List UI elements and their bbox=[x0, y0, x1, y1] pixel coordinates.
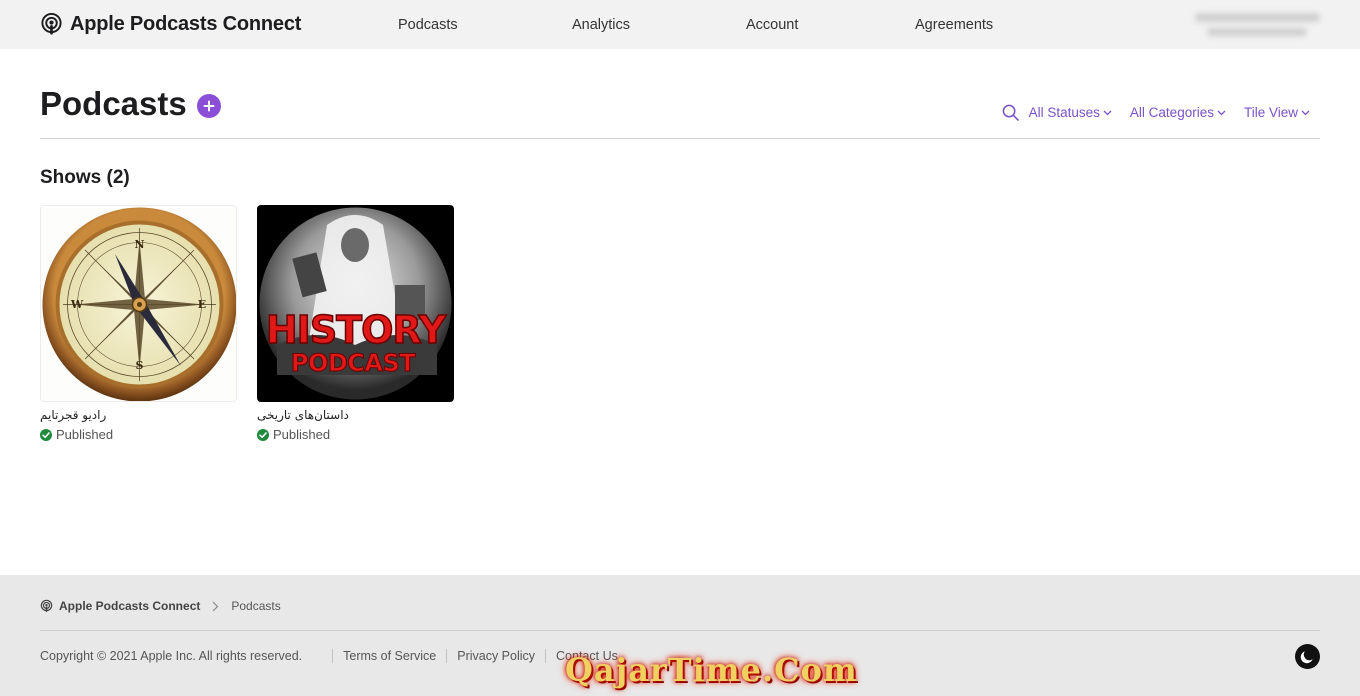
nav-podcasts[interactable]: Podcasts bbox=[398, 17, 458, 33]
view-mode-dropdown[interactable]: Tile View bbox=[1244, 105, 1310, 120]
chevron-down-icon bbox=[1301, 110, 1310, 115]
chevron-right-icon bbox=[212, 601, 219, 611]
svg-text:N: N bbox=[134, 238, 144, 251]
privacy-policy-link[interactable]: Privacy Policy bbox=[446, 649, 545, 663]
search-icon[interactable] bbox=[1002, 104, 1019, 121]
status-filter-dropdown[interactable]: All Statuses bbox=[1029, 105, 1112, 120]
chevron-down-icon bbox=[1103, 110, 1112, 115]
plus-icon bbox=[203, 100, 215, 112]
show-tile[interactable]: HISTORY PODCAST داستان‌های تاریخی Publis… bbox=[257, 205, 454, 442]
chevron-down-icon bbox=[1217, 110, 1226, 115]
show-status-label: Published bbox=[56, 427, 114, 442]
breadcrumb: Apple Podcasts Connect Podcasts bbox=[40, 599, 281, 613]
filter-toolbar: All Statuses All Categories Tile View bbox=[1002, 104, 1310, 121]
footer-legal: Copyright © 2021 Apple Inc. All rights r… bbox=[40, 649, 628, 663]
nav-account[interactable]: Account bbox=[746, 17, 798, 33]
dark-mode-toggle[interactable] bbox=[1295, 644, 1320, 669]
show-status: Published bbox=[40, 427, 237, 442]
svg-text:S: S bbox=[136, 359, 144, 372]
header-divider bbox=[40, 138, 1320, 139]
svg-text:W: W bbox=[70, 298, 84, 311]
podcasts-icon bbox=[40, 599, 53, 612]
show-title: داستان‌های تاریخی bbox=[257, 408, 349, 422]
page-title: Podcasts bbox=[40, 85, 187, 122]
show-status: Published bbox=[257, 427, 454, 442]
nav-analytics[interactable]: Analytics bbox=[572, 17, 630, 33]
user-menu[interactable] bbox=[1195, 10, 1320, 40]
terms-of-service-link[interactable]: Terms of Service bbox=[332, 649, 446, 663]
breadcrumb-current: Podcasts bbox=[231, 599, 281, 613]
watermark: QajarTime.Com bbox=[565, 651, 858, 689]
copyright-text: Copyright © 2021 Apple Inc. All rights r… bbox=[40, 649, 303, 663]
moon-icon bbox=[1300, 651, 1313, 664]
top-nav: Apple Podcasts Connect Podcasts Analytic… bbox=[0, 0, 1360, 49]
footer-divider bbox=[40, 630, 1320, 631]
category-filter-label: All Categories bbox=[1129, 105, 1214, 120]
brand-link[interactable]: Apple Podcasts Connect bbox=[40, 12, 301, 36]
show-artwork-history-podcast: HISTORY PODCAST bbox=[257, 205, 454, 402]
show-artwork-compass: N S E W bbox=[40, 205, 237, 402]
artwork-subtitle: PODCAST bbox=[291, 349, 416, 377]
view-mode-label: Tile View bbox=[1243, 105, 1298, 120]
check-circle-icon bbox=[40, 428, 52, 441]
show-tile[interactable]: N S E W رادیو قجرتایم Published bbox=[40, 205, 237, 442]
check-circle-icon bbox=[257, 428, 269, 441]
brand-name: Apple Podcasts Connect bbox=[70, 12, 302, 35]
status-filter-label: All Statuses bbox=[1028, 105, 1100, 120]
category-filter-dropdown[interactable]: All Categories bbox=[1130, 105, 1226, 120]
show-title: رادیو قجرتایم bbox=[40, 408, 107, 422]
show-status-label: Published bbox=[273, 427, 331, 442]
podcasts-icon bbox=[41, 12, 62, 35]
breadcrumb-home[interactable]: Apple Podcasts Connect bbox=[59, 599, 200, 613]
shows-heading: Shows (2) bbox=[40, 167, 130, 188]
artwork-title: HISTORY bbox=[266, 308, 447, 352]
add-podcast-button[interactable] bbox=[197, 94, 221, 118]
svg-text:E: E bbox=[198, 298, 206, 311]
nav-agreements[interactable]: Agreements bbox=[915, 17, 993, 33]
